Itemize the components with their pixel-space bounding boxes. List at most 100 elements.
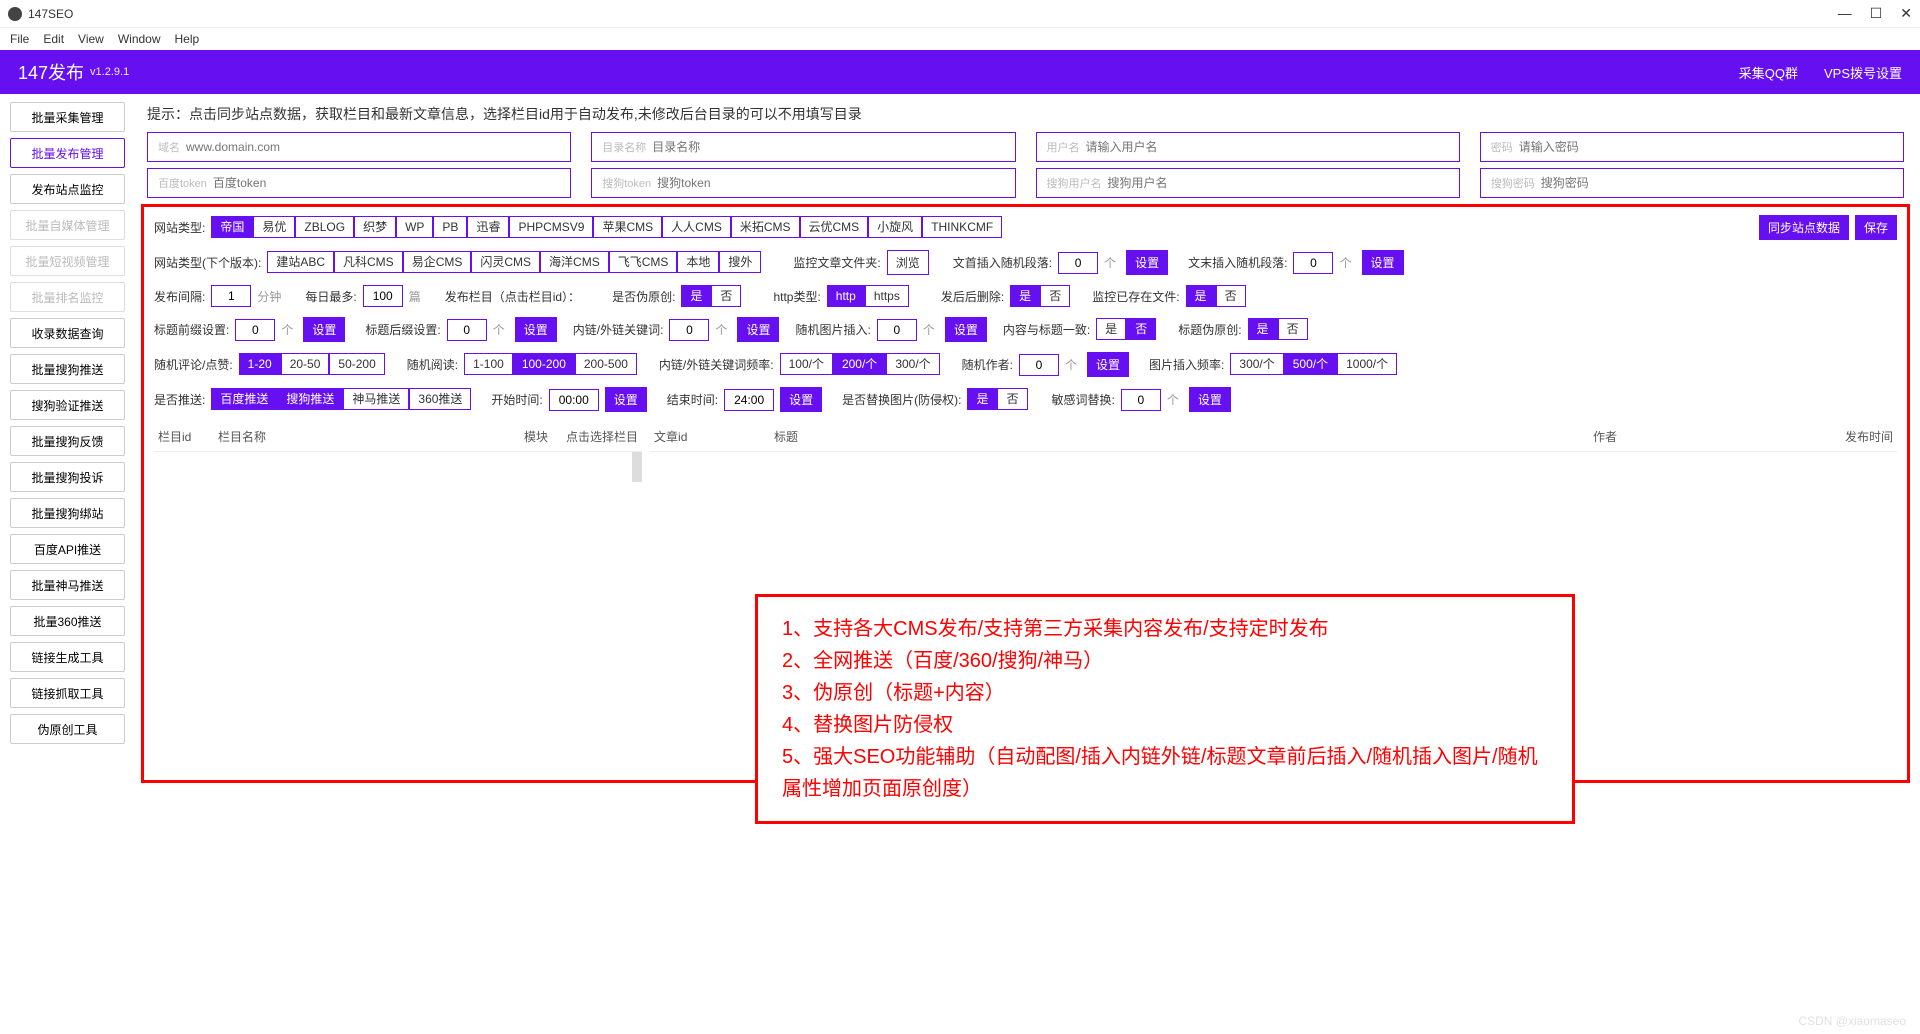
sidebar-item-10[interactable]: 批量搜狗投诉	[10, 462, 125, 492]
menu-view[interactable]: View	[78, 32, 104, 46]
push-opt-3[interactable]: 360推送	[409, 388, 471, 410]
sidebar-item-7[interactable]: 批量搜狗推送	[10, 354, 125, 384]
maximize-icon[interactable]: ☐	[1870, 5, 1883, 22]
start-time-input[interactable]	[549, 389, 599, 411]
rand-read-opt-1[interactable]: 100-200	[513, 353, 575, 375]
site-type-opt-13[interactable]: THINKCMF	[922, 216, 1002, 238]
site-type-opt-11[interactable]: 云优CMS	[800, 216, 869, 238]
sidebar-item-1[interactable]: 批量发布管理	[10, 138, 125, 168]
site-type-opt-6[interactable]: 迅睿	[467, 216, 509, 238]
img-freq-opt-0[interactable]: 300/个	[1230, 353, 1283, 375]
fields1-input-2[interactable]	[1086, 140, 1449, 154]
sidebar-item-4[interactable]: 批量短视频管理	[10, 246, 125, 276]
title-match-opt-0[interactable]: 是	[1096, 318, 1126, 340]
site-type-opt-2[interactable]: ZBLOG	[295, 216, 354, 238]
rand-author-set[interactable]: 设置	[1087, 352, 1129, 377]
site-type-opt-4[interactable]: WP	[396, 216, 433, 238]
site-type-next-opt-7[interactable]: 搜外	[719, 251, 761, 273]
http-type-opt-0[interactable]: http	[827, 285, 865, 307]
sidebar-item-0[interactable]: 批量采集管理	[10, 102, 125, 132]
sidebar-item-16[interactable]: 链接抓取工具	[10, 678, 125, 708]
fields2-input-1[interactable]	[657, 176, 1004, 190]
link-freq-opt-2[interactable]: 300/个	[886, 353, 939, 375]
rand-read-opt-0[interactable]: 1-100	[464, 353, 513, 375]
site-type-next-opt-5[interactable]: 飞飞CMS	[609, 251, 678, 273]
fields2-input-3[interactable]	[1541, 176, 1893, 190]
site-type-opt-9[interactable]: 人人CMS	[662, 216, 731, 238]
sidebar-item-13[interactable]: 批量神马推送	[10, 570, 125, 600]
sidebar-item-11[interactable]: 批量搜狗绑站	[10, 498, 125, 528]
rand-img-input[interactable]	[877, 319, 917, 341]
site-type-next-opt-3[interactable]: 闪灵CMS	[471, 251, 540, 273]
fields2-input-0[interactable]	[213, 176, 560, 190]
monitor-exist-opt-1[interactable]: 否	[1216, 285, 1246, 307]
link-kw-set[interactable]: 设置	[737, 317, 779, 342]
prefix-rand-input[interactable]	[1058, 252, 1098, 274]
menu-window[interactable]: Window	[118, 32, 161, 46]
title-fake-opt-0[interactable]: 是	[1248, 318, 1278, 340]
title-pre-input[interactable]	[235, 319, 275, 341]
push-opt-0[interactable]: 百度推送	[211, 388, 277, 410]
site-type-next-opt-0[interactable]: 建站ABC	[267, 251, 334, 273]
prefix-rand-set[interactable]: 设置	[1126, 250, 1168, 275]
http-type-opt-1[interactable]: https	[865, 285, 909, 307]
site-type-opt-10[interactable]: 米拓CMS	[731, 216, 800, 238]
sidebar-item-5[interactable]: 批量排名监控	[10, 282, 125, 312]
site-type-next-opt-6[interactable]: 本地	[677, 251, 719, 273]
rand-cmt-opt-1[interactable]: 20-50	[281, 353, 330, 375]
sidebar-item-9[interactable]: 批量搜狗反馈	[10, 426, 125, 456]
link-freq-opt-1[interactable]: 200/个	[833, 353, 886, 375]
site-type-opt-12[interactable]: 小旋风	[868, 216, 922, 238]
site-type-opt-1[interactable]: 易优	[253, 216, 295, 238]
replace-img-opt-1[interactable]: 否	[997, 388, 1027, 410]
img-freq-opt-2[interactable]: 1000/个	[1337, 353, 1397, 375]
push-opt-1[interactable]: 搜狗推送	[277, 388, 343, 410]
fake-orig-opt-1[interactable]: 否	[711, 285, 741, 307]
title-suf-set[interactable]: 设置	[515, 317, 557, 342]
img-freq-opt-1[interactable]: 500/个	[1284, 353, 1337, 375]
sidebar-item-15[interactable]: 链接生成工具	[10, 642, 125, 672]
sidebar-item-6[interactable]: 收录数据查询	[10, 318, 125, 348]
interval-input[interactable]	[211, 285, 251, 307]
site-type-next-opt-4[interactable]: 海洋CMS	[540, 251, 609, 273]
site-type-next-opt-2[interactable]: 易企CMS	[403, 251, 472, 273]
minimize-icon[interactable]: —	[1838, 5, 1852, 22]
push-opt-2[interactable]: 神马推送	[343, 388, 409, 410]
start-time-set[interactable]: 设置	[605, 387, 647, 412]
sidebar-item-14[interactable]: 批量360推送	[10, 606, 125, 636]
title-suf-input[interactable]	[447, 319, 487, 341]
sidebar-item-2[interactable]: 发布站点监控	[10, 174, 125, 204]
fields1-input-1[interactable]	[652, 140, 1004, 154]
sidebar-item-8[interactable]: 搜狗验证推送	[10, 390, 125, 420]
header-link-qq[interactable]: 采集QQ群	[1739, 63, 1798, 82]
fields2-input-2[interactable]	[1108, 176, 1449, 190]
save-button[interactable]: 保存	[1855, 215, 1897, 240]
sensitive-input[interactable]	[1121, 389, 1161, 411]
daily-max-input[interactable]	[363, 285, 403, 307]
menu-help[interactable]: Help	[175, 32, 200, 46]
rand-read-opt-2[interactable]: 200-500	[575, 353, 637, 375]
del-after-opt-0[interactable]: 是	[1010, 285, 1040, 307]
rand-img-set[interactable]: 设置	[945, 317, 987, 342]
title-fake-opt-1[interactable]: 否	[1278, 318, 1308, 340]
sidebar-item-12[interactable]: 百度API推送	[10, 534, 125, 564]
del-after-opt-1[interactable]: 否	[1040, 285, 1070, 307]
sensitive-set[interactable]: 设置	[1189, 387, 1231, 412]
end-time-set[interactable]: 设置	[780, 387, 822, 412]
fields1-input-0[interactable]	[186, 140, 560, 154]
site-type-opt-3[interactable]: 织梦	[354, 216, 396, 238]
site-type-opt-7[interactable]: PHPCMSV9	[509, 216, 593, 238]
rand-cmt-opt-0[interactable]: 1-20	[239, 353, 281, 375]
site-type-opt-0[interactable]: 帝国	[211, 216, 253, 238]
link-freq-opt-0[interactable]: 100/个	[780, 353, 833, 375]
link-kw-input[interactable]	[669, 319, 709, 341]
menu-edit[interactable]: Edit	[43, 32, 64, 46]
rand-author-input[interactable]	[1019, 354, 1059, 376]
site-type-next-opt-1[interactable]: 凡科CMS	[334, 251, 403, 273]
header-link-vps[interactable]: VPS拨号设置	[1824, 63, 1902, 82]
sidebar-item-3[interactable]: 批量自媒体管理	[10, 210, 125, 240]
suffix-rand-set[interactable]: 设置	[1362, 250, 1404, 275]
fake-orig-opt-0[interactable]: 是	[681, 285, 711, 307]
title-match-opt-1[interactable]: 否	[1126, 318, 1156, 340]
site-type-opt-8[interactable]: 苹果CMS	[593, 216, 662, 238]
